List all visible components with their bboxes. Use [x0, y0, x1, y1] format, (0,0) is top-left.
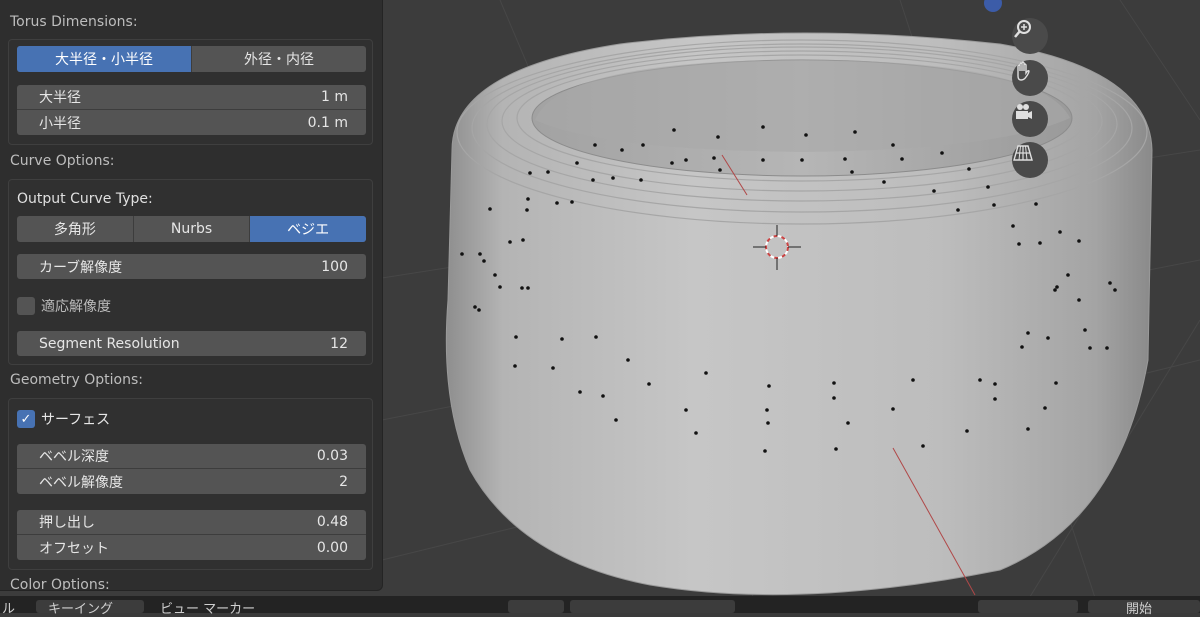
view-marker-menu[interactable]: ビュー マーカー	[160, 598, 255, 617]
surface-row[interactable]: ✓ サーフェス	[17, 409, 110, 429]
curve-resolution-field[interactable]: カーブ解像度 100	[17, 254, 366, 279]
minor-radius-label: 小半径	[39, 115, 81, 132]
extrude-field[interactable]: 押し出し 0.48	[17, 510, 366, 535]
surface-checkbox[interactable]: ✓	[17, 410, 35, 428]
geometry-options-title: Geometry Options:	[10, 372, 143, 388]
extrude-label: 押し出し	[39, 515, 95, 531]
curve-type-segment: 多角形 Nurbs ベジエ	[17, 216, 366, 242]
operator-panel: Torus Dimensions: 大半径・小半径 外径・内径 大半径 1 m …	[0, 0, 383, 591]
offset-field[interactable]: オフセット 0.00	[17, 535, 366, 560]
major-radius-label: 大半径	[39, 90, 81, 106]
segment-resolution-field[interactable]: Segment Resolution 12	[17, 331, 366, 356]
radius-fields: 大半径 1 m 小半径 0.1 m	[17, 85, 366, 135]
keying-label: キーイング	[48, 602, 114, 617]
start-frame-label: 開始	[1126, 602, 1153, 617]
color-options-title: Color Options:	[10, 577, 110, 591]
bevel-fields: ベベル深度 0.03 ベベル解像度 2	[17, 444, 366, 494]
extrude-fields: 押し出し 0.48 オフセット 0.00	[17, 510, 366, 560]
grid-perspective-icon[interactable]	[1012, 142, 1048, 178]
bevel-resolution-value: 2	[339, 473, 348, 490]
bevel-depth-label: ベベル深度	[39, 449, 109, 465]
adaptive-resolution-checkbox[interactable]	[17, 297, 35, 315]
torus-dimensions-box: 大半径・小半径 外径・内径 大半径 1 m 小半径 0.1 m	[8, 39, 373, 145]
mode-major-minor[interactable]: 大半径・小半径	[17, 46, 192, 72]
camera-icon[interactable]	[1012, 101, 1048, 137]
curve-type-nurbs[interactable]: Nurbs	[134, 216, 251, 242]
hand-pan-icon[interactable]	[1012, 60, 1048, 96]
bevel-depth-value: 0.03	[316, 448, 348, 464]
major-radius-value: 1 m	[321, 89, 348, 105]
mode-exterior-interior[interactable]: 外径・内径	[192, 46, 366, 72]
timeline-header: ル キーイング ビュー マーカー 開始	[0, 596, 1200, 617]
curve-type-poly[interactable]: 多角形	[17, 216, 134, 242]
output-curve-type-label: Output Curve Type:	[17, 191, 153, 207]
current-frame-field[interactable]	[978, 600, 1078, 613]
playback-controls[interactable]	[570, 600, 735, 613]
torus-mode-segment: 大半径・小半径 外径・内径	[17, 46, 366, 72]
segment-resolution-group: Segment Resolution 12	[17, 331, 366, 356]
extrude-value: 0.48	[316, 514, 348, 530]
curve-type-bezier[interactable]: ベジエ	[250, 216, 366, 242]
curve-options-title: Curve Options:	[10, 153, 115, 169]
bevel-depth-field[interactable]: ベベル深度 0.03	[17, 444, 366, 469]
curve-resolution-value: 100	[321, 258, 348, 275]
offset-value: 0.00	[316, 539, 348, 556]
zoom-icon[interactable]	[1012, 18, 1048, 54]
segment-resolution-label: Segment Resolution	[39, 335, 180, 352]
bevel-resolution-field[interactable]: ベベル解像度 2	[17, 469, 366, 494]
curve-resolution-label: カーブ解像度	[39, 259, 123, 276]
gizmo-axis-dot[interactable]	[984, 0, 1002, 12]
record-toggle[interactable]	[508, 600, 564, 613]
torus-dimensions-title: Torus Dimensions:	[10, 14, 138, 30]
offset-label: オフセット	[39, 540, 109, 557]
segment-resolution-value: 12	[330, 335, 348, 352]
minor-radius-value: 0.1 m	[307, 114, 348, 131]
surface-label: サーフェス	[41, 412, 111, 428]
curve-options-box: Output Curve Type: 多角形 Nurbs ベジエ カーブ解像度 …	[8, 179, 373, 365]
bevel-resolution-label: ベベル解像度	[39, 474, 123, 491]
bottombar-left-text[interactable]: ル	[2, 598, 15, 617]
curve-resolution-group: カーブ解像度 100	[17, 254, 366, 279]
major-radius-field[interactable]: 大半径 1 m	[17, 85, 366, 110]
geometry-options-box: ✓ サーフェス ベベル深度 0.03 ベベル解像度 2 押し出し 0.48 オフ…	[8, 398, 373, 570]
minor-radius-field[interactable]: 小半径 0.1 m	[17, 110, 366, 135]
adaptive-resolution-label: 適応解像度	[41, 299, 111, 315]
adaptive-resolution-row[interactable]: 適応解像度	[17, 296, 111, 316]
